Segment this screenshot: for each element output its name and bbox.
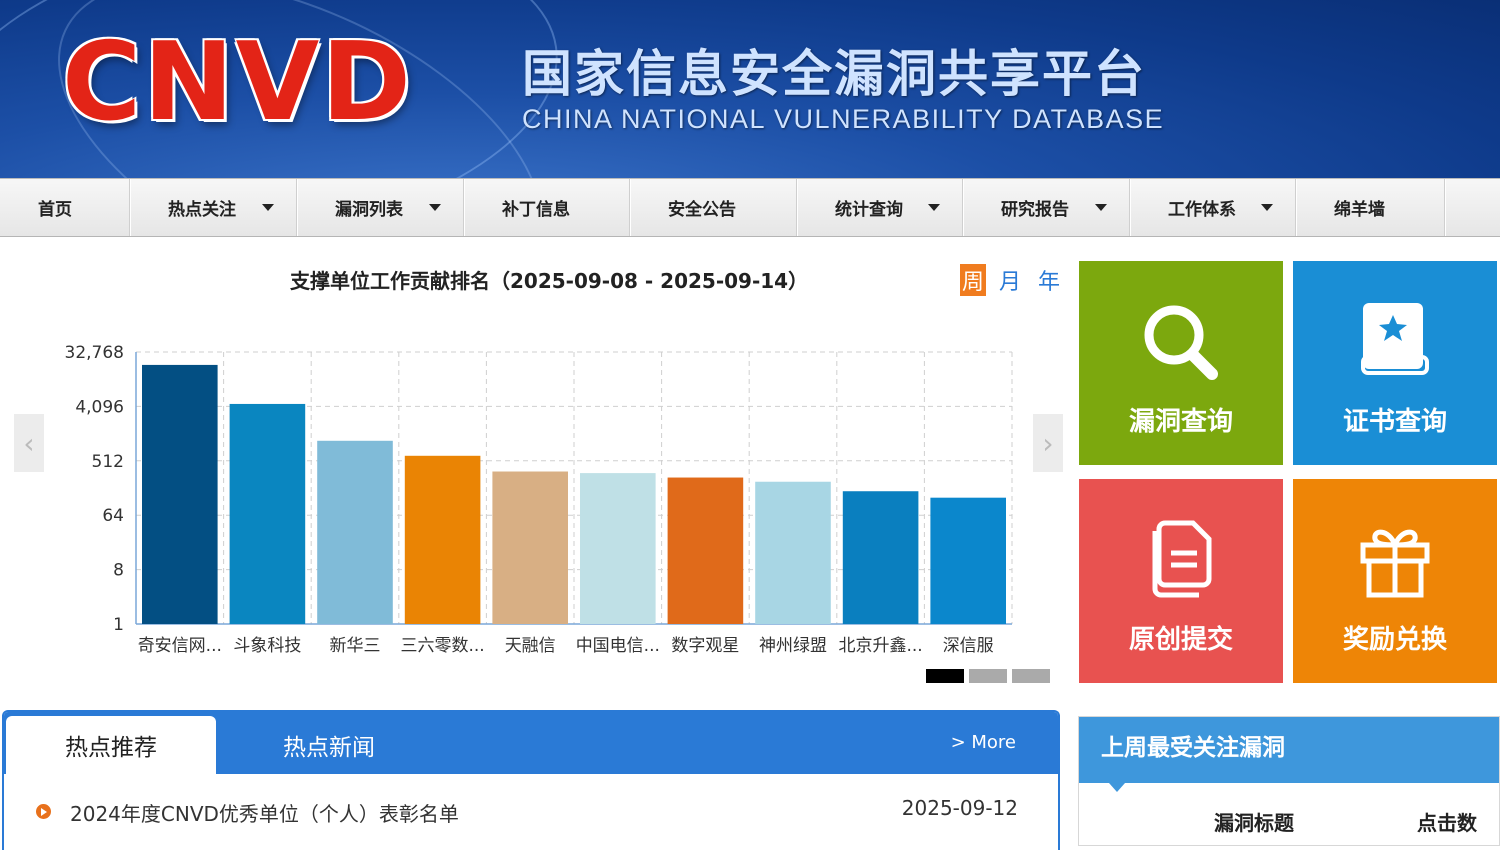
nav-item-reports[interactable]: 研究报告 [963, 179, 1130, 236]
news-date: 2025-09-12 [901, 796, 1018, 820]
nav-label: 首页 [38, 200, 72, 220]
y-tick-label: 8 [113, 561, 124, 581]
carousel-dot-1[interactable] [926, 669, 964, 683]
nav-label: 安全公告 [668, 200, 736, 220]
search-icon [1144, 305, 1218, 380]
bullet-arrow-icon [36, 804, 51, 819]
ranking-title: 支撑单位工作贡献排名（2025-09-08 - 2025-09-14） [290, 269, 809, 293]
x-tick-label: 斗象科技 [233, 636, 301, 656]
y-tick-label: 64 [102, 506, 124, 526]
y-tick-label: 32,768 [65, 343, 124, 363]
y-tick-label: 512 [92, 452, 124, 472]
tile-reward-exchange[interactable]: 奖励兑换 [1293, 479, 1497, 683]
x-tick-label: 中国电信... [576, 636, 660, 656]
nav-label: 统计查询 [835, 200, 903, 220]
y-tick-label: 1 [113, 615, 124, 635]
nav-label: 研究报告 [1001, 200, 1069, 220]
bar [930, 497, 1006, 624]
x-tick-label: 新华三 [330, 636, 381, 656]
x-tick-label: 神州绿盟 [759, 636, 827, 656]
tab-hot-news[interactable]: 热点新闻 [234, 716, 424, 774]
bar [492, 471, 568, 624]
news-title-link[interactable]: 2024年度CNVD优秀单位（个人）表彰名单 [70, 798, 459, 827]
tile-original-submit[interactable]: 原创提交 [1079, 479, 1283, 683]
document-icon [1152, 520, 1212, 598]
main-nav: 首页 热点关注 漏洞列表 补丁信息 安全公告 统计查询 研究报告 工作体系 绵羊… [0, 178, 1500, 237]
logo-text: CNVD [62, 20, 413, 145]
x-tick-label: 深信服 [943, 636, 994, 656]
caret-down-icon [928, 204, 940, 211]
nav-item-vuln-list[interactable]: 漏洞列表 [297, 179, 464, 236]
bar [317, 440, 393, 624]
hot-vulns-panel: 上周最受关注漏洞 漏洞标题 点击数 [1078, 716, 1500, 846]
nav-label: 热点关注 [168, 200, 236, 220]
x-tick-label: 北京升鑫... [838, 636, 922, 656]
bar [667, 477, 744, 624]
nav-item-sheep-wall[interactable]: 绵羊墙 [1296, 179, 1445, 236]
news-tabs: 热点推荐 热点新闻 > More [4, 712, 1058, 774]
ranking-chart: 1 8 64 512 4,096 32,768 奇安信网... 斗象科技 新华三 三六零数... 天… [65, 343, 1013, 656]
column-header-title: 漏洞标题 [1214, 811, 1294, 835]
bar [580, 473, 656, 624]
period-week[interactable]: 周 [960, 264, 986, 296]
bar [404, 455, 481, 624]
cnvd-logo[interactable]: CNVD [62, 28, 482, 138]
hot-vulns-title: 上周最受关注漏洞 [1079, 717, 1499, 792]
y-tick-label: 4,096 [75, 397, 124, 417]
tile-label: 漏洞查询 [1128, 407, 1233, 437]
carousel-dot-2[interactable] [969, 669, 1007, 683]
bar [842, 491, 919, 624]
nav-item-home[interactable]: 首页 [0, 179, 130, 236]
tile-vuln-search[interactable]: 漏洞查询 [1079, 261, 1283, 465]
period-year[interactable]: 年 [1038, 264, 1060, 296]
tile-label: 原创提交 [1128, 625, 1233, 655]
bar [229, 403, 306, 624]
tile-label: 证书查询 [1342, 407, 1447, 437]
caret-down-icon [1095, 204, 1107, 211]
more-link[interactable]: > More [951, 732, 1016, 753]
nav-item-patch[interactable]: 补丁信息 [464, 179, 630, 236]
x-tick-label: 奇安信网... [138, 636, 222, 656]
nav-label: 绵羊墙 [1334, 200, 1385, 220]
x-tick-label: 天融信 [505, 636, 556, 656]
caret-down-icon [1261, 204, 1273, 211]
gift-icon [1360, 529, 1430, 598]
nav-item-stats[interactable]: 统计查询 [797, 179, 963, 236]
site-title-en: CHINA NATIONAL VULNERABILITY DATABASE [522, 104, 1165, 134]
carousel-dot-3[interactable] [1012, 669, 1050, 683]
bar [142, 364, 218, 624]
site-header: CNVD 国家信息安全漏洞共享平台 CHINA NATIONAL VULNERA… [0, 0, 1500, 178]
site-title-cn: 国家信息安全漏洞共享平台 [522, 45, 1146, 103]
nav-item-hot[interactable]: 热点关注 [130, 179, 297, 236]
certificate-book-icon [1361, 303, 1429, 375]
period-month[interactable]: 月 [999, 264, 1021, 296]
nav-item-bulletin[interactable]: 安全公告 [630, 179, 797, 236]
nav-item-system[interactable]: 工作体系 [1130, 179, 1296, 236]
bar [755, 481, 831, 624]
x-tick-label: 三六零数... [400, 636, 484, 656]
nav-label: 补丁信息 [502, 200, 570, 220]
tab-hot-recommend[interactable]: 热点推荐 [6, 716, 216, 774]
news-panel: 热点推荐 热点新闻 > More 2024年度CNVD优秀单位（个人）表彰名单 … [2, 710, 1060, 850]
tile-label: 奖励兑换 [1342, 625, 1447, 655]
caret-down-icon [262, 204, 274, 211]
caret-down-icon [429, 204, 441, 211]
x-tick-label: 数字观星 [671, 636, 739, 656]
list-item: 2024年度CNVD优秀单位（个人）表彰名单 2025-09-12 [36, 796, 1026, 828]
nav-label: 漏洞列表 [335, 200, 403, 220]
nav-label: 工作体系 [1168, 200, 1236, 220]
tile-certificate-search[interactable]: 证书查询 [1293, 261, 1497, 465]
column-header-clicks: 点击数 [1417, 811, 1477, 835]
